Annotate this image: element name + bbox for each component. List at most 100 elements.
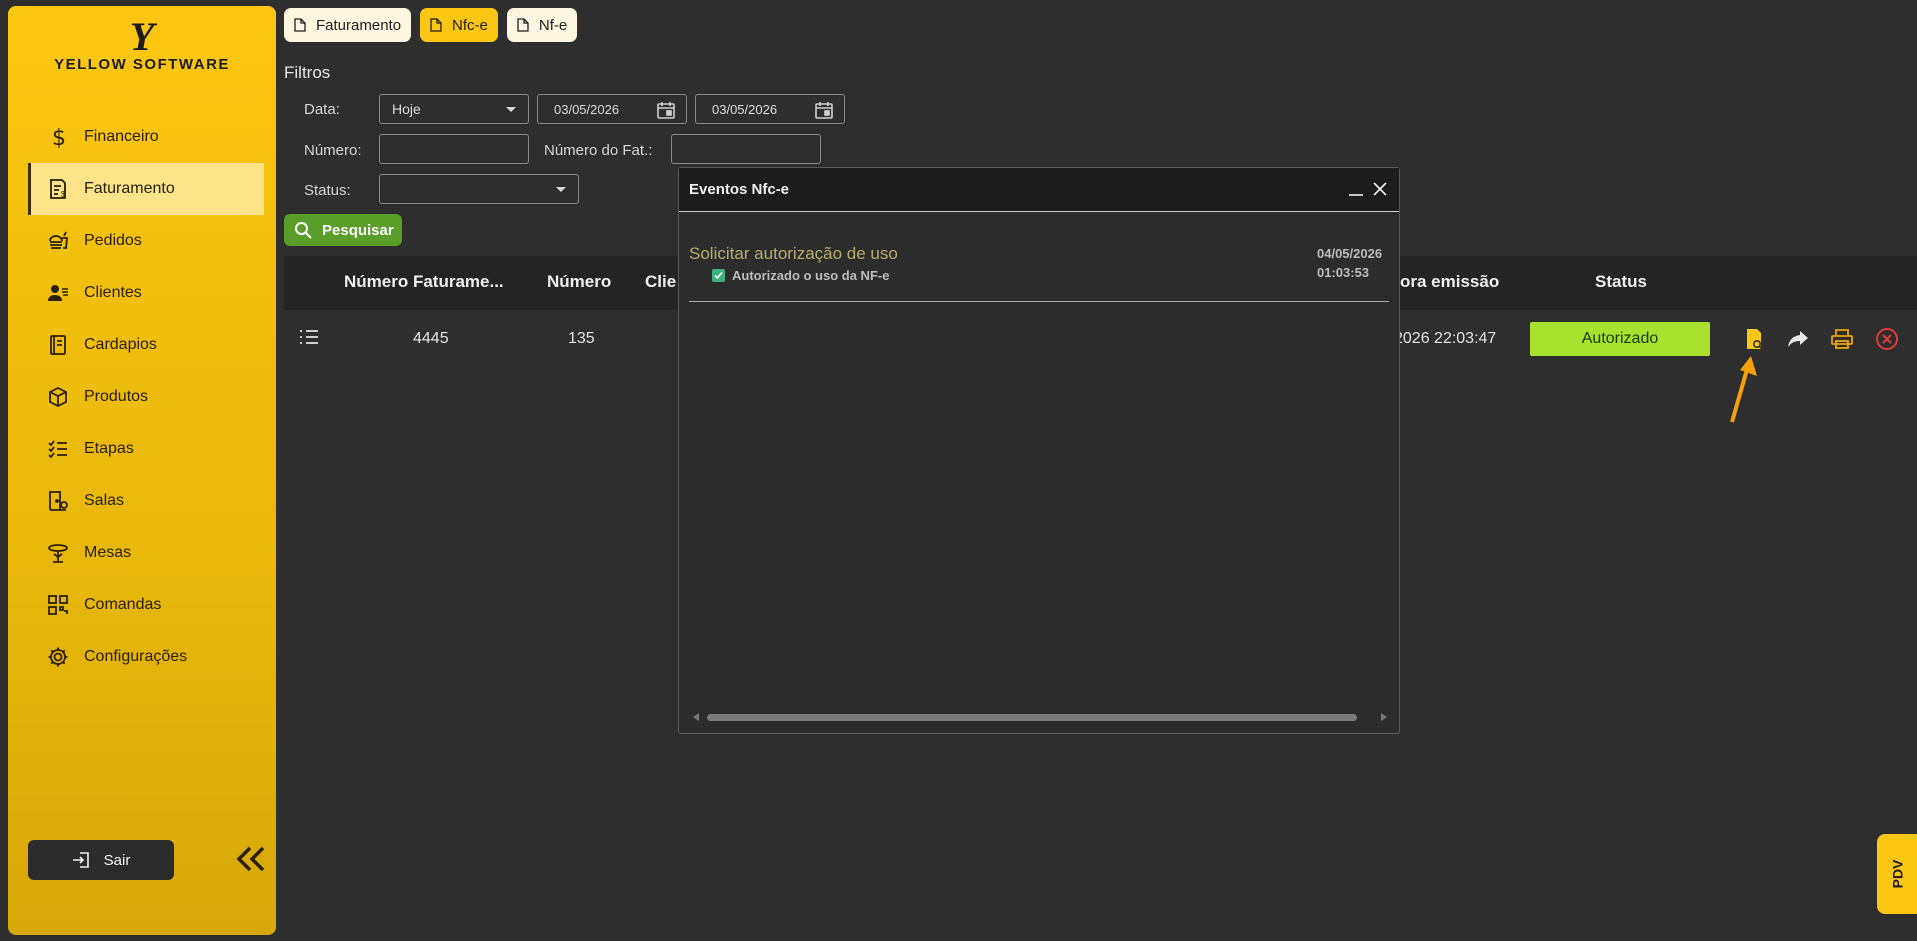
sidebar-item-etapas[interactable]: Etapas <box>28 423 264 475</box>
minimize-icon[interactable] <box>1345 178 1367 200</box>
sidebar-item-label: Salas <box>84 492 125 509</box>
file-icon <box>430 18 442 32</box>
logout-label: Sair <box>103 851 131 869</box>
box-icon <box>46 385 70 409</box>
scroll-left-icon[interactable] <box>693 713 699 721</box>
number-label: Número: <box>304 142 362 159</box>
sidebar-item-financeiro[interactable]: $ Financeiro <box>28 111 264 163</box>
dollar-icon: $ <box>46 125 70 149</box>
sidebar-item-clientes[interactable]: Clientes <box>28 267 264 319</box>
double-chevron-left-icon <box>236 846 265 872</box>
sidebar-item-salas[interactable]: Salas <box>28 475 264 527</box>
clients-icon <box>46 281 70 305</box>
checkbox-checked-icon <box>712 269 725 282</box>
invoice-icon: $ <box>46 177 70 201</box>
horizontal-scrollbar[interactable] <box>691 711 1389 723</box>
sidebar-item-cardapios[interactable]: Cardapios <box>28 319 264 371</box>
event-detail: Autorizado o uso da NF-e <box>712 268 889 283</box>
sidebar-item-label: Mesas <box>84 544 132 561</box>
tab-nfce[interactable]: Nfc-e <box>420 8 498 42</box>
modal-title: Eventos Nfc-e <box>689 181 790 198</box>
qr-icon <box>46 593 70 617</box>
logout-button[interactable]: Sair <box>28 840 174 880</box>
arrow-pointer-icon <box>1730 356 1757 423</box>
share-icon[interactable] <box>1785 326 1811 352</box>
gear-icon <box>46 645 70 669</box>
event-detail-text: Autorizado o uso da NF-e <box>732 268 890 283</box>
file-icon <box>294 18 306 32</box>
col-invoice-number[interactable]: Número Faturame... <box>344 272 504 292</box>
invoice-number-input[interactable] <box>671 134 821 164</box>
cell-emission: 2026 22:03:47 <box>1394 330 1497 347</box>
print-icon[interactable] <box>1829 326 1855 352</box>
sidebar-item-label: Cardapios <box>84 336 157 353</box>
search-button[interactable]: Pesquisar <box>284 214 402 246</box>
status-label: Status: <box>304 182 351 199</box>
sidebar-item-label: Configurações <box>84 648 188 665</box>
date-to-input[interactable]: 03/05/2026 <box>695 94 845 124</box>
cell-invoice-number: 4445 <box>413 330 449 347</box>
sidebar-item-label: Produtos <box>84 388 149 405</box>
search-icon <box>295 222 312 239</box>
tab-faturamento[interactable]: Faturamento <box>284 8 412 42</box>
col-emission[interactable]: ora emissão <box>1400 272 1499 292</box>
event-time: 01:03:53 <box>1317 265 1370 280</box>
collapse-sidebar-button[interactable] <box>234 844 268 874</box>
sidebar-item-label: Pedidos <box>84 232 142 249</box>
scrollbar-thumb[interactable] <box>707 714 1357 721</box>
sidebar-nav: $ Financeiro $ Faturamento Pedidos Clien… <box>28 111 264 683</box>
chevron-down-icon <box>506 107 516 112</box>
menu-book-icon <box>46 333 70 357</box>
date-from-input[interactable]: 03/05/2026 <box>537 94 687 124</box>
sidebar-item-configuracoes[interactable]: Configurações <box>28 631 264 683</box>
sidebar: Y YELLOW SOFTWARE $ Financeiro $ Faturam… <box>8 6 276 935</box>
col-status[interactable]: Status <box>1595 272 1647 292</box>
date-period-value: Hoje <box>392 101 421 117</box>
list-item: Solicitar autorização de uso Autorizado … <box>689 244 1389 302</box>
brand-logo: Y YELLOW SOFTWARE <box>8 14 276 74</box>
sidebar-item-label: Comandas <box>84 596 162 613</box>
tab-label: Faturamento <box>316 16 402 34</box>
scroll-right-icon[interactable] <box>1381 713 1387 721</box>
modal-header: Eventos Nfc-e <box>679 168 1399 212</box>
event-title: Solicitar autorização de uso <box>689 244 898 263</box>
sidebar-item-mesas[interactable]: Mesas <box>28 527 264 579</box>
date-label: Data: <box>304 101 340 118</box>
tab-label: Nf-e <box>538 16 568 34</box>
sidebar-item-label: Clientes <box>84 284 142 301</box>
date-from-value: 03/05/2026 <box>554 101 620 117</box>
brand-name: YELLOW SOFTWARE <box>54 56 230 73</box>
event-date: 04/05/2026 <box>1317 246 1383 261</box>
file-icon <box>517 18 529 32</box>
sidebar-item-faturamento[interactable]: $ Faturamento <box>28 163 264 215</box>
close-icon[interactable] <box>1369 178 1391 200</box>
date-period-select[interactable]: Hoje <box>379 94 529 124</box>
chevron-down-icon <box>556 187 566 192</box>
status-select[interactable] <box>379 174 579 204</box>
logout-icon <box>72 852 89 868</box>
date-to-value: 03/05/2026 <box>712 101 778 117</box>
tab-label: Nfc-e <box>452 16 488 34</box>
col-number[interactable]: Número <box>547 272 611 292</box>
event-timestamp: 04/05/2026 01:03:53 <box>1317 244 1389 282</box>
food-icon <box>46 229 70 253</box>
tab-nfe[interactable]: Nf-e <box>506 8 578 42</box>
pdv-button[interactable]: PDV <box>1877 834 1917 914</box>
sidebar-item-label: Financeiro <box>84 128 159 145</box>
calendar-icon[interactable] <box>814 100 834 120</box>
svg-text:$: $ <box>61 190 66 199</box>
cancel-icon[interactable] <box>1874 326 1900 352</box>
sidebar-item-produtos[interactable]: Produtos <box>28 371 264 423</box>
pdv-label: PDV <box>1888 859 1905 889</box>
filters-title: Filtros <box>284 63 331 82</box>
brand-mark: Y <box>129 14 155 59</box>
view-events-icon[interactable] <box>1741 326 1767 352</box>
calendar-icon[interactable] <box>656 100 676 120</box>
cell-number: 135 <box>568 330 595 347</box>
sidebar-item-pedidos[interactable]: Pedidos <box>28 215 264 267</box>
col-client[interactable]: Clie <box>645 272 676 292</box>
list-details-icon[interactable] <box>299 328 319 351</box>
sidebar-item-comandas[interactable]: Comandas <box>28 579 264 631</box>
number-input[interactable] <box>379 134 529 164</box>
sidebar-item-label: Etapas <box>84 440 134 457</box>
